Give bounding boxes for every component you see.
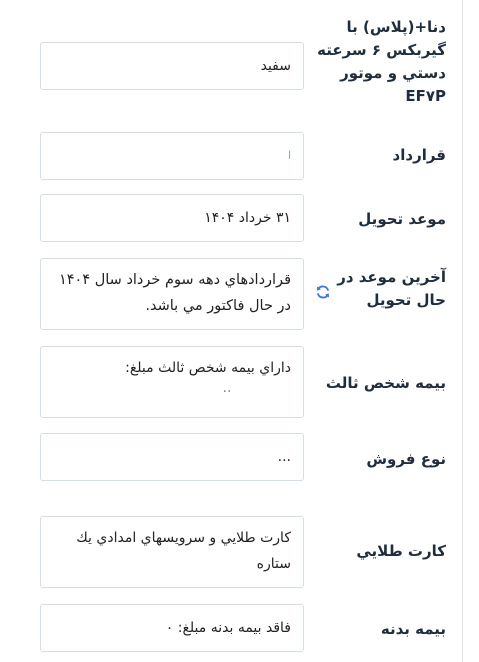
- value-field-delivery-date: ۳۱ خرداد ۱۴۰۴: [40, 194, 304, 242]
- panel-divider: [462, 0, 463, 662]
- refresh-icon[interactable]: [315, 284, 331, 300]
- row-label-model: دنا+(پلاس) با گیربکس ۶ سرعته دستي و موتو…: [317, 18, 446, 105]
- row-label-third-party-insurance: بيمه شخص ثالث: [325, 374, 446, 392]
- row-label-sale-type: نوع فروش: [366, 450, 446, 468]
- row-label-body-insurance: بيمه بدنه: [380, 620, 446, 638]
- value-field-last-delivery: قراردادهاي دهه سوم خرداد سال ۱۴۰۴ در حال…: [40, 258, 304, 330]
- row-label-contract: قرارداد: [392, 146, 446, 164]
- row-label-last-delivery: آخرين موعد در حال تحويل: [337, 268, 446, 309]
- row-label-golden-card: کارت طلايي: [356, 542, 446, 560]
- value-field-contract: ا: [40, 132, 304, 180]
- value-field-model: سفيد: [40, 42, 304, 90]
- third-party-insurance-amount: ..: [222, 380, 232, 396]
- third-party-insurance-text: داراي بيمه شخص ثالث مبلغ:: [125, 360, 291, 376]
- value-field-golden-card: کارت طلايي و سرويسهاي امدادي يك ستاره: [40, 516, 304, 588]
- value-field-body-insurance: فاقد بيمه بدنه مبلغ: ۰: [40, 604, 304, 652]
- value-field-sale-type: ...: [40, 433, 304, 481]
- value-field-third-party-insurance: داراي بيمه شخص ثالث مبلغ: ..: [40, 346, 304, 418]
- row-label-delivery-date: موعد تحويل: [358, 210, 446, 228]
